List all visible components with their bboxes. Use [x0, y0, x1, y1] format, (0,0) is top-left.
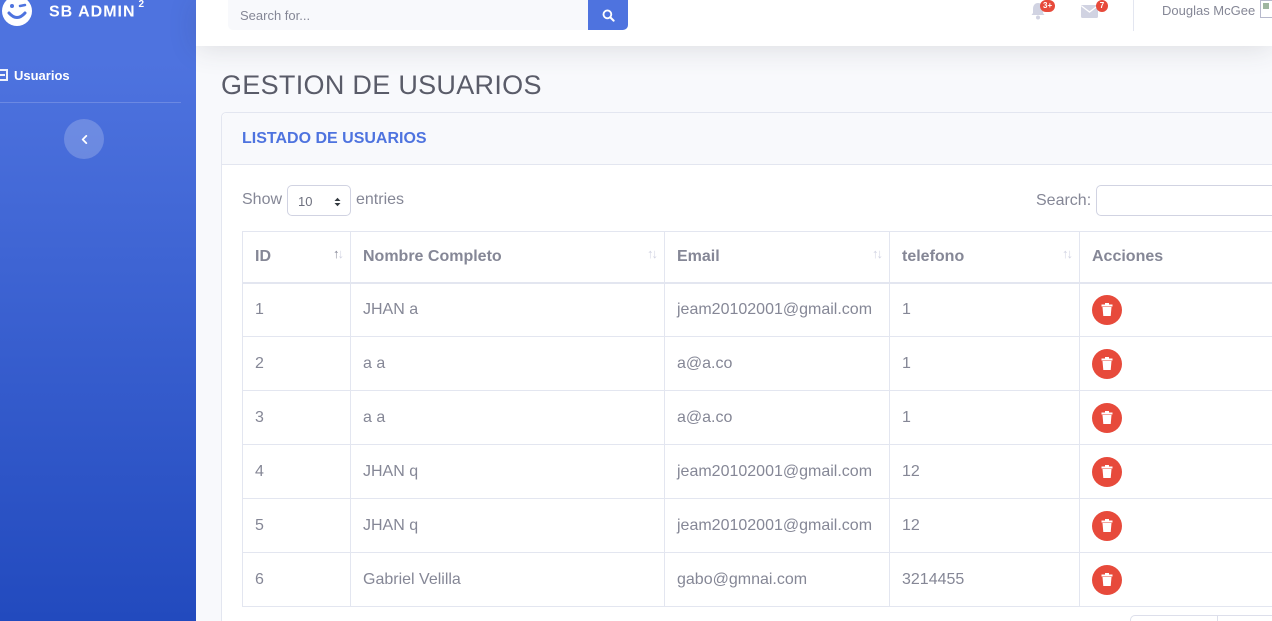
users-card: LISTADO DE USUARIOS Show 10 entries Sear…: [221, 112, 1272, 621]
users-table: ID ↑↓ Nombre Completo ↑↓ Email ↑↓ telefono ↑…: [242, 231, 1272, 607]
cell-email: a@a.co: [664, 336, 890, 391]
sort-icon: ↑↓: [647, 246, 658, 261]
topbar: 3+ 7 Douglas McGee: [196, 0, 1272, 46]
cell-id: 6: [242, 552, 351, 607]
entries-label: entries: [356, 191, 405, 208]
cell-name: JHAN q: [350, 444, 665, 499]
cell-phone: 1: [889, 336, 1080, 391]
cell-actions: [1079, 498, 1272, 553]
delete-button[interactable]: [1092, 456, 1122, 487]
card-title: LISTADO DE USUARIOS: [242, 130, 427, 147]
table-row: 2 a a a@a.co 1: [242, 336, 1272, 391]
cell-phone: 1: [889, 390, 1080, 445]
show-label: Show: [242, 191, 283, 208]
delete-button[interactable]: [1092, 348, 1122, 379]
trash-icon: [1101, 357, 1113, 370]
column-header-id[interactable]: ID ↑↓: [242, 231, 351, 284]
search-button[interactable]: [588, 0, 628, 30]
brand-name: SB ADMIN 2: [49, 0, 146, 21]
cell-name: JHAN q: [350, 498, 665, 553]
table-row: 6 Gabriel Velilla gabo@gmnai.com 3214455: [242, 552, 1272, 607]
alerts-count-badge: 3+: [1040, 0, 1056, 12]
cell-email: jeam20102001@gmail.com: [664, 282, 890, 337]
trash-icon: [1101, 465, 1113, 478]
cell-id: 3: [242, 390, 351, 445]
messages-count-badge: 7: [1096, 0, 1108, 12]
table-search-input[interactable]: [1096, 185, 1272, 216]
trash-icon: [1101, 519, 1113, 532]
column-header-email[interactable]: Email ↑↓: [664, 231, 890, 284]
cell-email: a@a.co: [664, 390, 890, 445]
table-row: 5 JHAN q jeam20102001@gmail.com 12: [242, 498, 1272, 553]
cell-actions: [1079, 336, 1272, 391]
cell-name: a a: [350, 336, 665, 391]
sidebar-divider: [0, 102, 181, 103]
column-header-nombre[interactable]: Nombre Completo ↑↓: [350, 231, 665, 284]
column-header-acciones[interactable]: Acciones↑↓: [1079, 231, 1272, 284]
delete-button[interactable]: [1092, 294, 1122, 325]
cell-phone: 12: [889, 498, 1080, 553]
cell-actions: [1079, 552, 1272, 607]
user-name[interactable]: Douglas McGee: [1162, 3, 1255, 18]
delete-button[interactable]: [1092, 402, 1122, 433]
cell-name: JHAN a: [350, 282, 665, 337]
updown-arrow-icon: [334, 197, 341, 207]
cell-email: jeam20102001@gmail.com: [664, 444, 890, 499]
cell-actions: [1079, 282, 1272, 337]
cell-name: Gabriel Velilla: [350, 552, 665, 607]
table-row: 1 JHAN a jeam20102001@gmail.com 1: [242, 282, 1272, 337]
cell-id: 1: [242, 282, 351, 337]
sidebar-toggle-button[interactable]: [64, 119, 104, 159]
chevron-left-icon: [81, 134, 87, 144]
table-icon: [0, 69, 8, 81]
sort-icon: ↑↓: [333, 246, 344, 261]
cell-id: 5: [242, 498, 351, 553]
page-title: GESTION DE USUARIOS: [221, 70, 542, 100]
cell-id: 4: [242, 444, 351, 499]
search-input[interactable]: [228, 0, 588, 30]
table-row: 3 a a a@a.co 1: [242, 390, 1272, 445]
cell-email: gabo@gmnai.com: [664, 552, 890, 607]
entries-select-value: 10: [298, 194, 313, 209]
cell-email: jeam20102001@gmail.com: [664, 498, 890, 553]
pagination[interactable]: [1130, 615, 1272, 621]
entries-select[interactable]: 10: [287, 185, 351, 216]
delete-button[interactable]: [1092, 564, 1122, 595]
cell-phone: 1: [889, 282, 1080, 337]
topbar-divider: [1133, 0, 1134, 31]
card-header: LISTADO DE USUARIOS: [222, 113, 1272, 165]
avatar[interactable]: [1260, 0, 1272, 18]
sort-icon: ↑↓: [872, 246, 883, 261]
table-header-row: ID ↑↓ Nombre Completo ↑↓ Email ↑↓ telefono ↑…: [242, 231, 1272, 284]
cell-actions: [1079, 390, 1272, 445]
delete-button[interactable]: [1092, 510, 1122, 541]
cell-name: a a: [350, 390, 665, 445]
column-header-telefono[interactable]: telefono ↑↓: [889, 231, 1080, 284]
sort-icon: ↑↓: [1062, 246, 1073, 261]
sidebar-brand[interactable]: SB ADMIN 2: [0, 0, 196, 30]
trash-icon: [1101, 303, 1113, 317]
trash-icon: [1101, 411, 1113, 424]
sidebar-item-label: Usuarios: [14, 67, 70, 83]
cell-actions: [1079, 444, 1272, 499]
laugh-wink-icon: [2, 0, 32, 26]
table-row: 4 JHAN q jeam20102001@gmail.com 12: [242, 444, 1272, 499]
search-icon: [602, 9, 615, 22]
table-search-label: Search:: [1036, 192, 1092, 209]
trash-icon: [1101, 573, 1113, 586]
cell-phone: 12: [889, 444, 1080, 499]
sidebar-item-usuarios[interactable]: Usuarios: [0, 66, 70, 84]
cell-phone: 3214455: [889, 552, 1080, 607]
cell-id: 2: [242, 336, 351, 391]
sidebar: SB ADMIN 2 Usuarios: [0, 0, 196, 621]
